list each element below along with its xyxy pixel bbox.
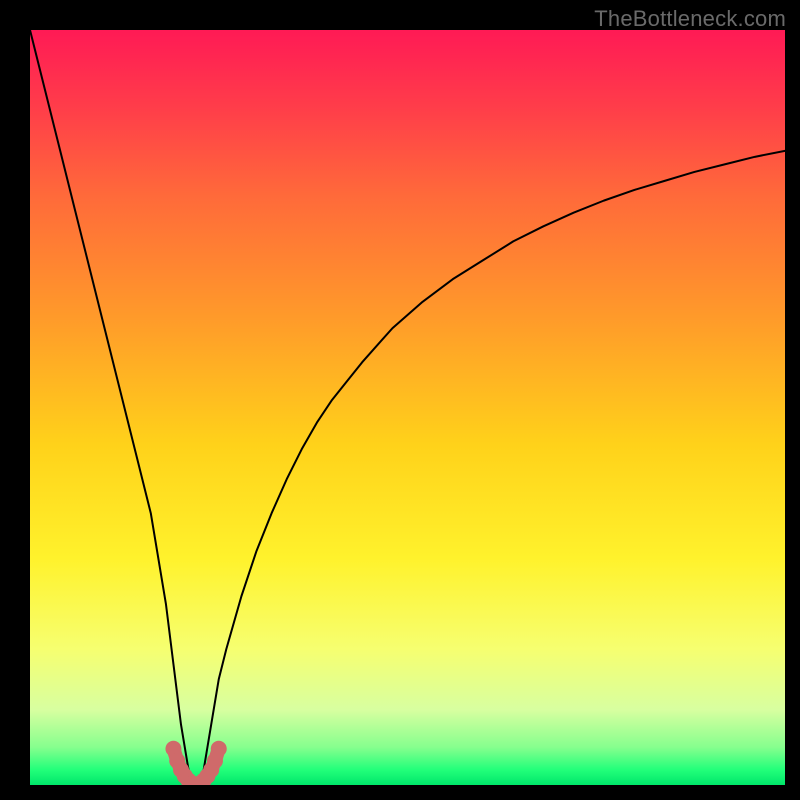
watermark-label: TheBottleneck.com	[594, 6, 786, 32]
optimal-highlight-dot	[211, 741, 227, 757]
chart-svg	[30, 30, 785, 785]
chart-frame: TheBottleneck.com	[0, 0, 800, 800]
chart-plot-area	[30, 30, 785, 785]
chart-gradient-background	[30, 30, 785, 785]
